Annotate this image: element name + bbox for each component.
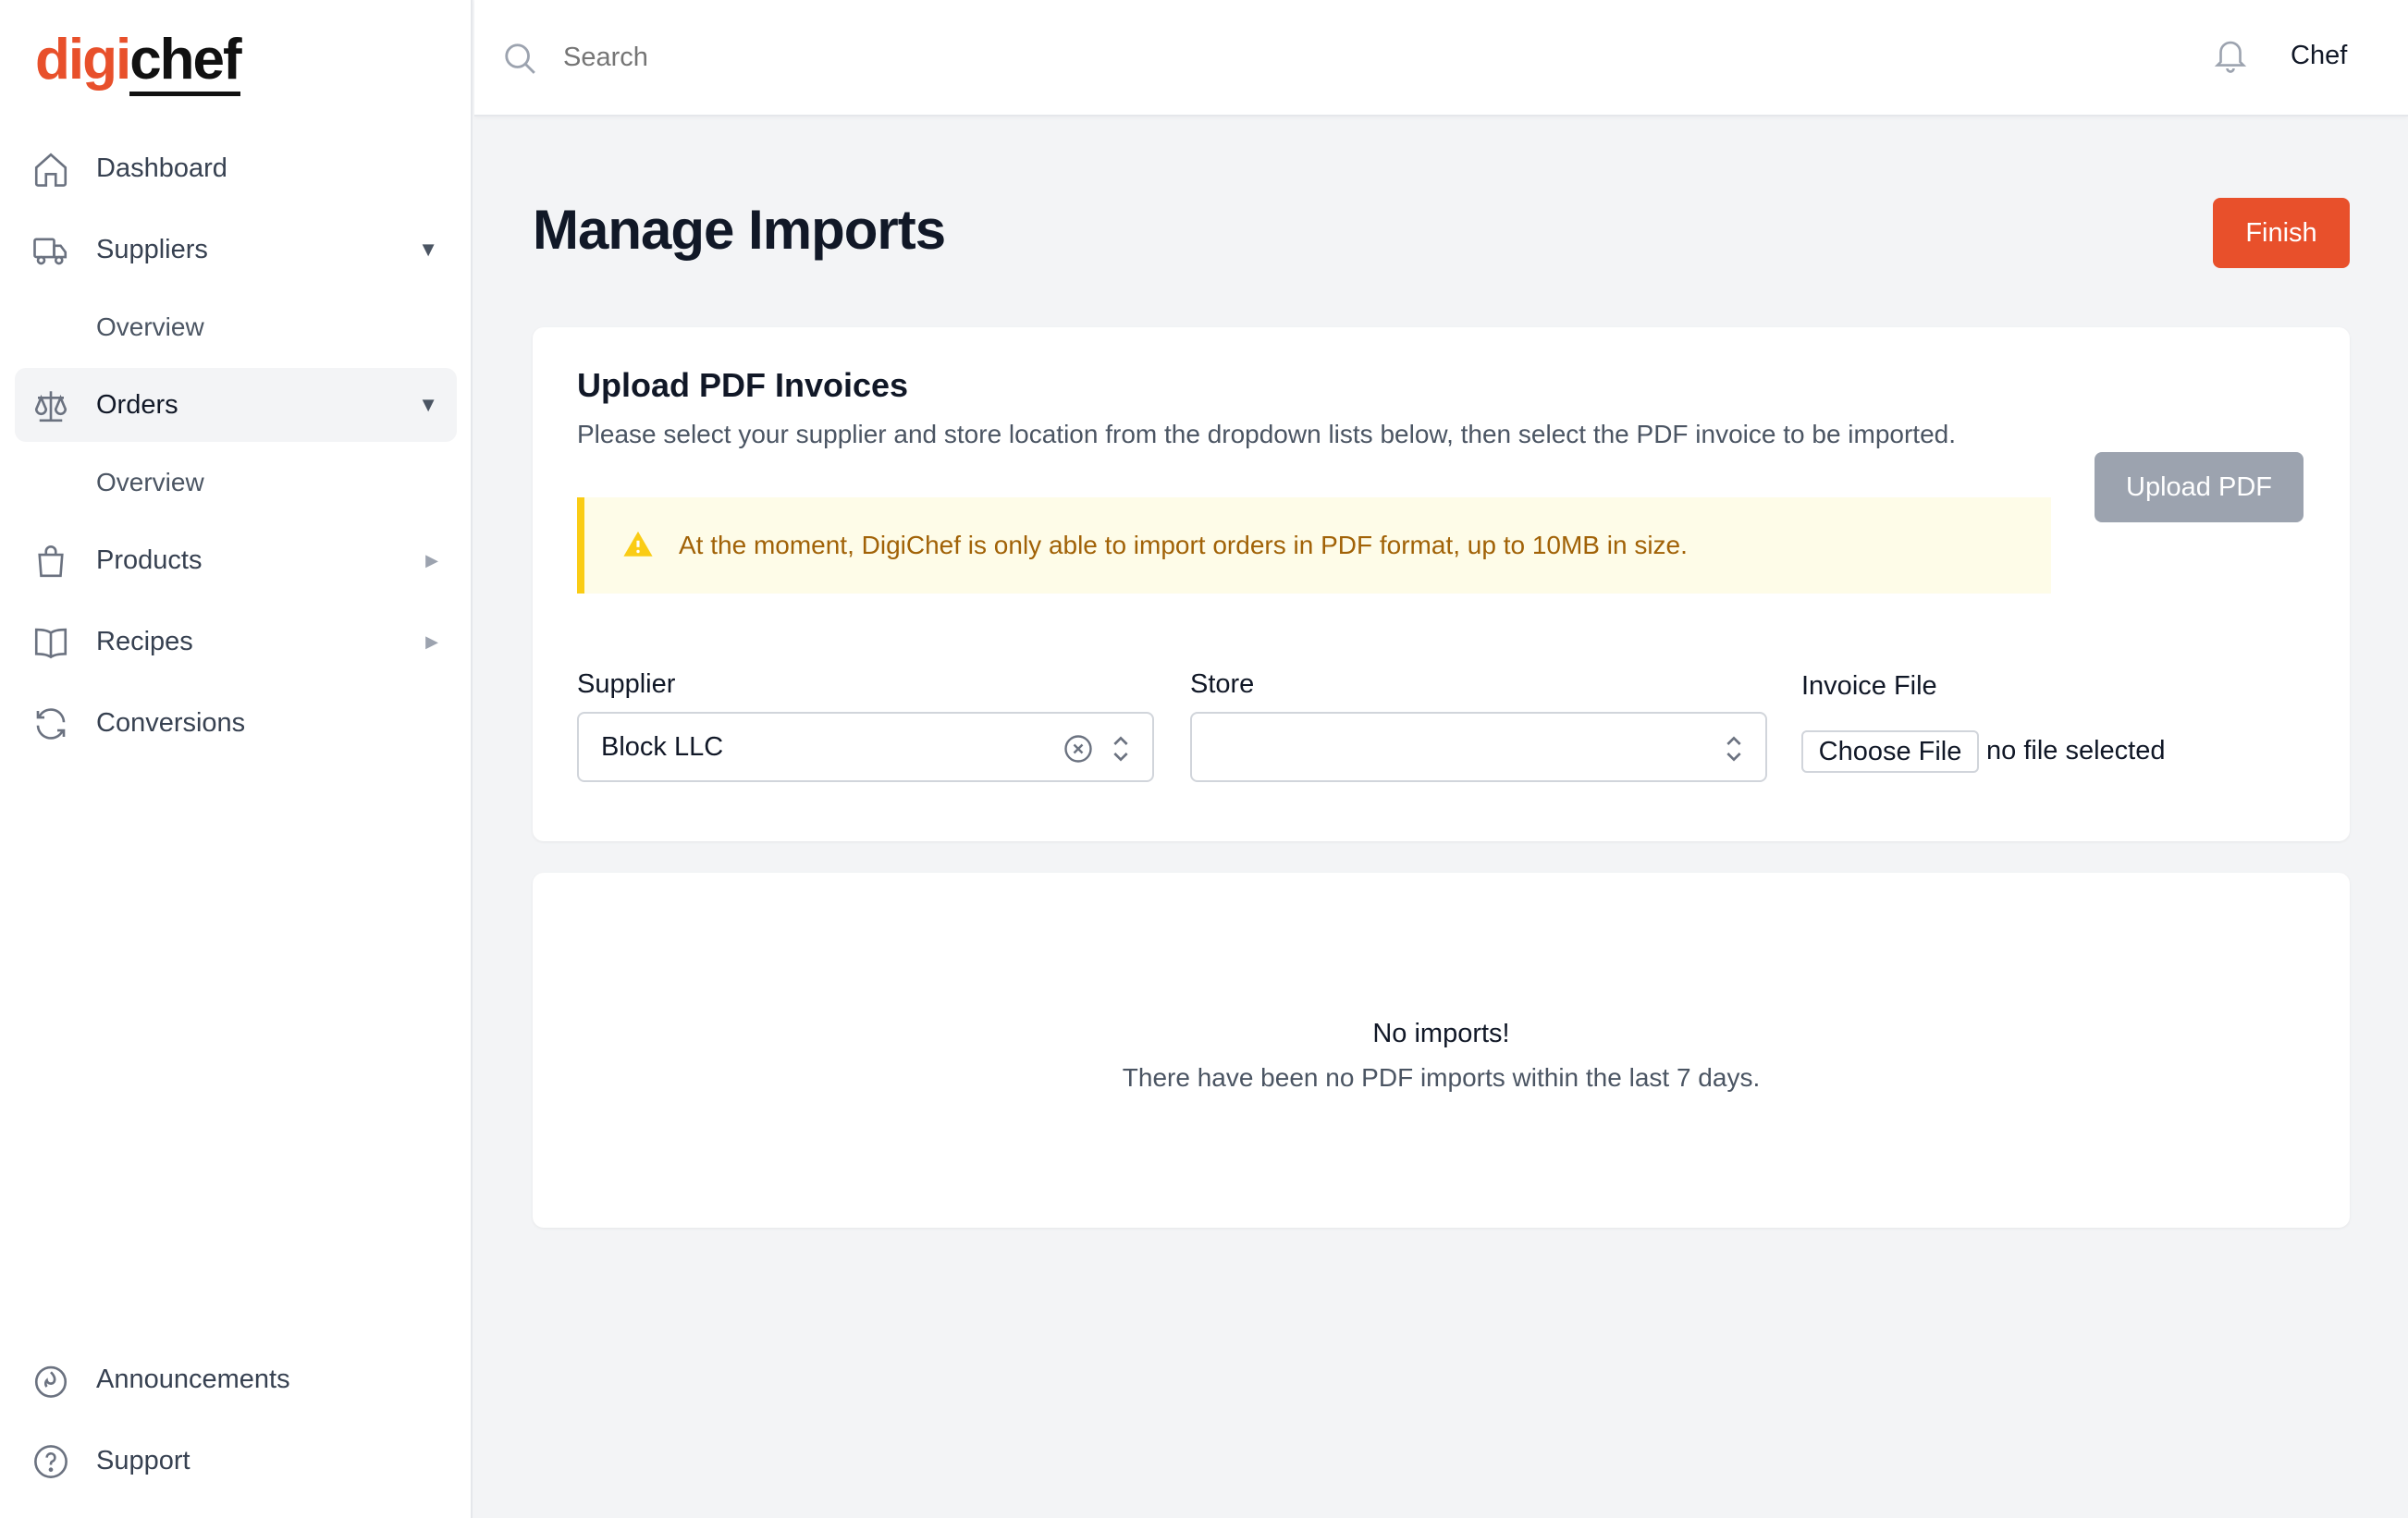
sidebar-item-label: Suppliers	[96, 234, 208, 264]
user-menu[interactable]: Chef	[2291, 41, 2347, 71]
search-icon	[505, 43, 535, 74]
shopping-bag-icon	[38, 545, 64, 578]
sidebar-item-label: Conversions	[96, 707, 246, 738]
warning-alert: At the moment, DigiChef is only able to …	[577, 497, 2051, 594]
sidebar-item-recipes[interactable]: Recipes ▶	[15, 605, 457, 679]
sidebar-item-label: Orders	[96, 389, 178, 420]
sidebar-item-orders[interactable]: Orders ▼	[15, 368, 457, 442]
question-icon	[34, 1445, 68, 1478]
scale-icon	[34, 391, 68, 422]
digichef-logo[interactable]: digichef	[35, 28, 242, 96]
book-icon	[34, 628, 68, 659]
search-input[interactable]	[563, 33, 1673, 81]
refresh-icon	[36, 708, 66, 740]
truck-icon	[33, 238, 68, 265]
store-select[interactable]	[1190, 712, 1767, 782]
sidebar-subitem-suppliers-overview[interactable]: Overview	[96, 312, 204, 342]
chevron-down-icon: ▼	[418, 238, 438, 261]
sidebar-item-conversions[interactable]: Conversions	[15, 686, 457, 760]
clear-icon[interactable]	[1062, 732, 1095, 765]
upload-card: Upload PDF Invoices Please select your s…	[533, 327, 2350, 841]
flame-icon	[34, 1365, 68, 1398]
home-icon	[34, 153, 68, 187]
sidebar-item-suppliers[interactable]: Suppliers ▼	[15, 213, 457, 287]
upload-pdf-button[interactable]: Upload PDF	[2095, 452, 2304, 522]
file-status: no file selected	[1986, 736, 2166, 765]
alert-text: At the moment, DigiChef is only able to …	[679, 531, 1688, 559]
supplier-select[interactable]: Block LLC	[577, 712, 1154, 782]
supplier-label: Supplier	[577, 669, 676, 699]
top-bar: Chef	[474, 0, 2408, 116]
finish-button[interactable]: Finish	[2213, 198, 2350, 268]
warning-icon	[623, 531, 653, 557]
sidebar-item-dashboard[interactable]: Dashboard	[15, 131, 457, 205]
chevron-up-down-icon	[1113, 736, 1128, 762]
empty-state-description: There have been no PDF imports within th…	[1122, 1063, 1761, 1092]
bell-icon[interactable]	[2211, 35, 2250, 76]
sidebar-item-label: Support	[96, 1445, 190, 1475]
card-title: Upload PDF Invoices	[577, 366, 909, 404]
chevron-up-down-icon	[1726, 736, 1741, 762]
supplier-value: Block LLC	[601, 732, 724, 762]
sidebar-item-label: Products	[96, 545, 203, 575]
chevron-right-icon: ▶	[425, 550, 438, 569]
sidebar: digichef Dashboard Suppliers ▼ Overview …	[0, 0, 473, 1518]
imports-list-card: No imports! There have been no PDF impor…	[533, 873, 2350, 1228]
choose-file-button[interactable]: Choose File	[1801, 730, 1979, 773]
empty-state-title: No imports!	[1372, 1019, 1510, 1048]
sidebar-item-label: Recipes	[96, 626, 193, 656]
sidebar-item-support[interactable]: Support	[15, 1424, 457, 1498]
sidebar-subitem-orders-overview[interactable]: Overview	[96, 468, 204, 497]
sidebar-item-label: Announcements	[96, 1364, 290, 1394]
store-label: Store	[1190, 669, 1255, 699]
sidebar-item-products[interactable]: Products ▶	[15, 523, 457, 597]
invoice-file-label: Invoice File	[1801, 671, 1937, 701]
sidebar-item-label: Dashboard	[96, 153, 227, 183]
chevron-down-icon: ▼	[418, 393, 438, 416]
chevron-right-icon: ▶	[425, 631, 438, 651]
page-title: Manage Imports	[533, 199, 946, 261]
card-description: Please select your supplier and store lo…	[577, 420, 1957, 448]
sidebar-item-announcements[interactable]: Announcements	[15, 1342, 457, 1416]
